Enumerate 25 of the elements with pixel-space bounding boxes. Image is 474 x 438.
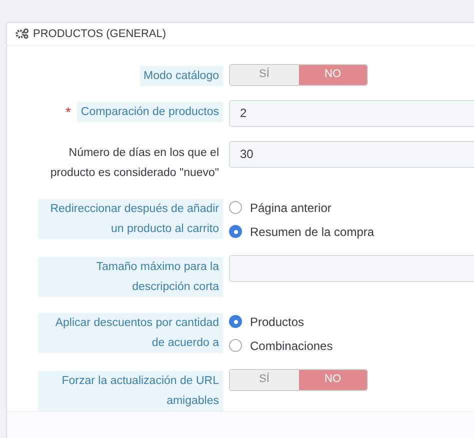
- radio-label: Productos: [250, 314, 304, 331]
- radio-label: Página anterior: [250, 200, 332, 217]
- required-asterisk: *: [65, 102, 71, 119]
- toggle-option[interactable]: NO: [298, 370, 367, 390]
- radio-button[interactable]: [229, 339, 242, 352]
- gears-icon: [15, 28, 29, 40]
- text-field[interactable]: [229, 254, 474, 282]
- toggle-option[interactable]: SÍ: [230, 370, 298, 390]
- field-label: Redireccionar después de añadir un producto al carrito: [38, 198, 223, 239]
- field-label: Modo catálogo: [140, 66, 223, 86]
- radio-button[interactable]: [229, 201, 242, 214]
- field-label: Forzar la actualización de URL amigables: [38, 370, 223, 411]
- field-label: Aplicar descuentos por cantidad de acuerdo a: [38, 312, 223, 353]
- field-label: Número de días en los que el producto es considerado "nuevo": [49, 146, 220, 181]
- toggle-option[interactable]: SÍ: [230, 64, 298, 85]
- field-label: Tamaño máximo para la descripción corta: [38, 256, 223, 297]
- field-label: Comparación de productos: [76, 102, 223, 122]
- text-field[interactable]: 30: [229, 140, 474, 168]
- radio-label: Resumen de la compra: [250, 224, 374, 241]
- panel-title: PRODUCTOS (GENERAL): [33, 26, 166, 42]
- radio-label: Combinaciones: [250, 338, 333, 355]
- radio-button[interactable]: [229, 225, 242, 238]
- text-field[interactable]: 2: [229, 100, 474, 127]
- radio-button[interactable]: [229, 315, 242, 328]
- toggle-option[interactable]: NO: [298, 64, 367, 85]
